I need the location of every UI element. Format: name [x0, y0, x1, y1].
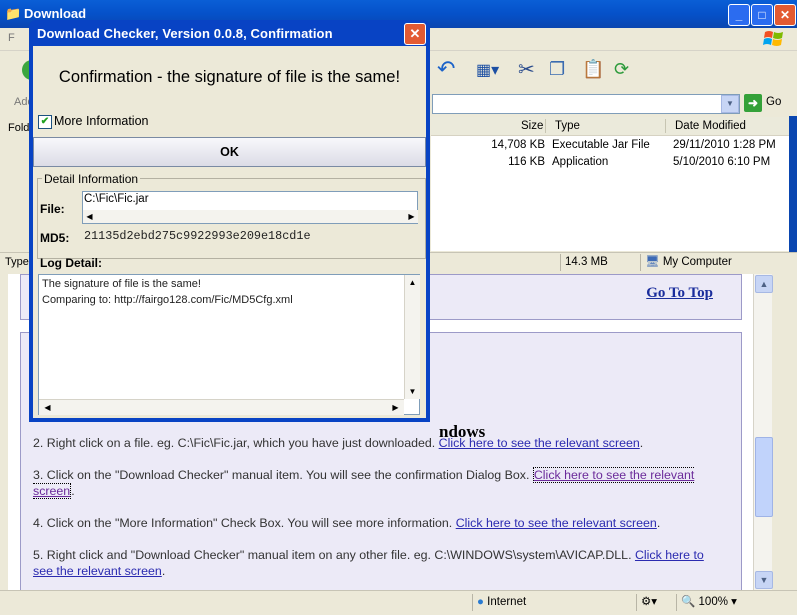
step-3: 3. Click on the "Download Checker" manua…: [33, 467, 723, 499]
views-icon[interactable]: ▦▾: [476, 60, 499, 80]
column-size[interactable]: Size: [521, 120, 543, 132]
file-date: 29/11/2010 1:28 PM: [673, 139, 776, 151]
zoom-control[interactable]: 🔍 100% ▾: [676, 594, 759, 611]
dialog-close-button[interactable]: ✕: [404, 23, 426, 45]
confirmation-message: Confirmation - the signature of file is …: [58, 68, 401, 86]
scroll-down-icon[interactable]: ▼: [755, 571, 773, 589]
scroll-left-icon[interactable]: ◀: [41, 401, 54, 414]
scroll-down-icon[interactable]: ▼: [406, 385, 419, 398]
step-2: 2. Right click on a file. eg. C:\Fic\Fic…: [33, 435, 723, 451]
step-text: 2. Right click on a file. eg. C:\Fic\Fic…: [33, 436, 439, 450]
status-size: 14.3 MB: [565, 256, 608, 268]
browser-status-bar: ● Internet ⚙▾ 🔍 100% ▾: [0, 590, 797, 615]
log-horizontal-scrollbar[interactable]: ◀ ▶: [39, 399, 404, 415]
go-button[interactable]: Go: [766, 96, 781, 108]
globe-icon: ●: [477, 596, 484, 608]
file-size: 14,708 KB: [491, 139, 545, 151]
computer-icon: 🖥: [645, 256, 660, 268]
chevron-down-icon: ▾: [731, 596, 737, 608]
step-4: 4. Click on the "More Information" Check…: [33, 515, 723, 531]
scroll-right-icon[interactable]: ▶: [389, 401, 402, 414]
step-punct: .: [71, 484, 75, 498]
column-date-modified[interactable]: Date Modified: [675, 120, 746, 132]
refresh-icon[interactable]: ⟳: [614, 59, 629, 80]
md5-value: 21135d2ebd275c9922993e209e18cd1e: [84, 229, 311, 243]
address-dropdown-icon[interactable]: ▼: [721, 95, 739, 113]
md5-label: MD5:: [40, 231, 70, 245]
security-icon: ⚙▾: [641, 596, 658, 608]
scroll-right-icon[interactable]: ▶: [405, 210, 418, 223]
windows-logo-icon: [763, 31, 783, 46]
step-4-link[interactable]: Click here to see the relevant screen: [456, 516, 657, 530]
explorer-title: Download: [24, 6, 87, 21]
step-text: 4. Click on the "More Information" Check…: [33, 516, 456, 530]
undo-icon[interactable]: ↶: [437, 56, 455, 82]
copy-icon[interactable]: ❐: [549, 59, 565, 80]
status-type-label: Type:: [5, 256, 32, 268]
scroll-left-icon[interactable]: ◀: [83, 210, 96, 223]
go-arrow-icon[interactable]: ➜: [744, 94, 762, 112]
security-cell[interactable]: ⚙▾: [636, 594, 677, 611]
zone-label: Internet: [487, 596, 527, 608]
file-label: File:: [40, 202, 65, 216]
address-input[interactable]: [432, 94, 740, 114]
file-size: 116 KB: [508, 156, 545, 168]
step-5: 5. Right click and "Download Checker" ma…: [33, 547, 723, 579]
close-button[interactable]: ✕: [774, 4, 796, 26]
step-2-link[interactable]: Click here to see the relevant screen: [439, 436, 640, 450]
menu-file[interactable]: F: [8, 32, 15, 44]
file-type: Executable Jar File: [552, 139, 650, 151]
file-list-header: Size Type Date Modified: [431, 117, 797, 136]
scroll-up-icon[interactable]: ▲: [755, 275, 773, 293]
zoom-icon: 🔍: [681, 596, 696, 608]
page-scrollbar[interactable]: ▲ ▼: [753, 274, 773, 590]
cut-icon[interactable]: ✂: [518, 57, 535, 82]
scroll-up-icon[interactable]: ▲: [406, 276, 419, 289]
minimize-button[interactable]: _: [728, 4, 750, 26]
dialog-title: Download Checker, Version 0.0.8, Confirm…: [37, 26, 333, 41]
file-list: 14,708 KB Executable Jar File 29/11/2010…: [431, 136, 797, 251]
column-divider[interactable]: [545, 119, 546, 133]
zoom-level: 100%: [698, 596, 728, 608]
more-information-label[interactable]: More Information: [54, 114, 148, 128]
step-punct: .: [656, 516, 661, 530]
file-type: Application: [552, 156, 609, 168]
log-line: Comparing to: http://fairgo128.com/Fic/M…: [42, 294, 293, 306]
status-location: My Computer: [662, 256, 732, 268]
step-punct: .: [639, 436, 644, 450]
window-border: [789, 116, 797, 272]
log-detail-label: Log Detail:: [40, 256, 102, 270]
step-text: 5. Right click and "Download Checker" ma…: [33, 548, 635, 562]
column-type[interactable]: Type: [555, 120, 580, 132]
go-to-top-link[interactable]: Go To Top: [646, 285, 713, 302]
detail-information-legend: Detail Information: [42, 172, 141, 186]
maximize-button[interactable]: □: [751, 4, 773, 26]
zone-cell: ● Internet: [472, 594, 637, 611]
column-divider[interactable]: [665, 119, 666, 133]
log-vertical-scrollbar[interactable]: ▲ ▼: [404, 275, 420, 399]
status-location-cell: 🖥 My Computer: [640, 254, 785, 271]
folder-icon: 📁: [5, 6, 22, 21]
log-line: The signature of file is the same!: [42, 278, 201, 290]
status-size-cell: 14.3 MB: [560, 254, 635, 271]
scroll-thumb[interactable]: [755, 437, 773, 517]
step-punct: .: [161, 564, 166, 578]
file-path-value: C:\Fic\Fic.jar: [84, 193, 149, 205]
more-information-checkbox[interactable]: ✔: [38, 115, 52, 129]
step-text: 3. Click on the "Download Checker" manua…: [33, 468, 533, 482]
file-path-scrollbar[interactable]: ◀ ▶: [83, 210, 418, 223]
file-date: 5/10/2010 6:10 PM: [673, 156, 771, 168]
paste-icon[interactable]: 📋: [582, 59, 604, 80]
ok-button[interactable]: OK: [33, 137, 426, 167]
